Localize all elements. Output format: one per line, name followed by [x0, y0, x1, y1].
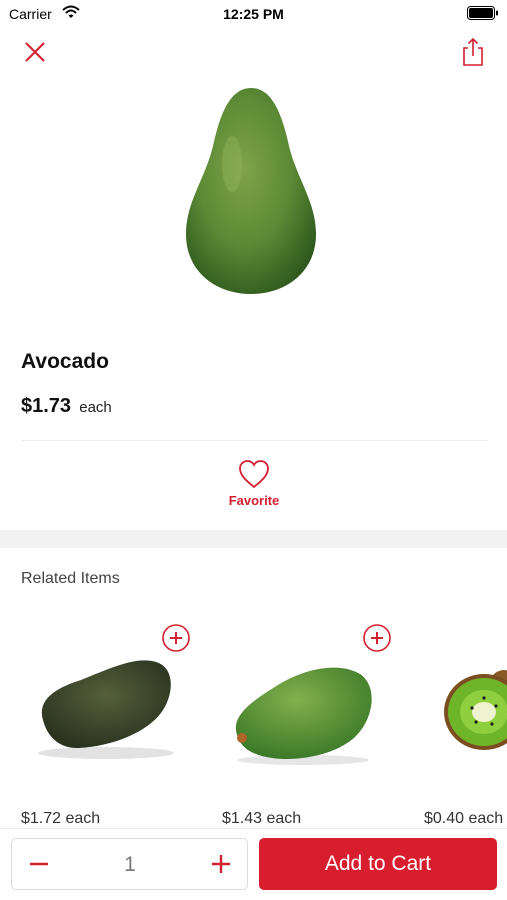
quantity-stepper: 1 [11, 838, 248, 890]
related-item-card[interactable]: $1.43 each [222, 620, 402, 830]
add-to-cart-button[interactable]: Add to Cart [259, 838, 497, 890]
related-item-card[interactable]: $1.72 each [21, 620, 201, 830]
green-avocado-image [235, 667, 372, 765]
divider [21, 440, 488, 441]
related-item-price: $1.43 each [222, 810, 302, 827]
related-item-card[interactable]: $0.40 each [424, 620, 507, 830]
favorite-button[interactable]: Favorite [203, 458, 305, 520]
related-item-price: $1.72 each [21, 810, 101, 827]
product-unit: each [79, 399, 112, 416]
cart-bar: 1 Add to Cart [0, 828, 507, 900]
product-price-line: $1.73 each [21, 395, 112, 418]
product-title: Avocado [21, 350, 109, 373]
status-bar: Carrier 12:25 PM [0, 0, 507, 28]
status-time: 12:25 PM [223, 6, 284, 22]
favorite-label: Favorite [228, 493, 280, 508]
battery-icon [467, 6, 498, 20]
minus-icon[interactable] [26, 851, 52, 877]
close-icon[interactable] [22, 39, 48, 65]
plus-icon[interactable] [208, 851, 234, 877]
related-item-price: $0.40 each [424, 810, 504, 827]
hass-avocado-image [38, 660, 174, 759]
product-price: $1.73 [21, 395, 72, 417]
plus-circle-icon[interactable] [161, 623, 191, 653]
related-items-heading: Related Items [21, 570, 120, 587]
quantity-value[interactable]: 1 [92, 853, 168, 877]
share-icon[interactable] [460, 37, 486, 67]
heart-icon [239, 460, 269, 489]
plus-circle-icon[interactable] [362, 623, 392, 653]
avocado-image [186, 88, 316, 294]
kiwi-image [444, 670, 507, 750]
section-separator [0, 530, 507, 548]
